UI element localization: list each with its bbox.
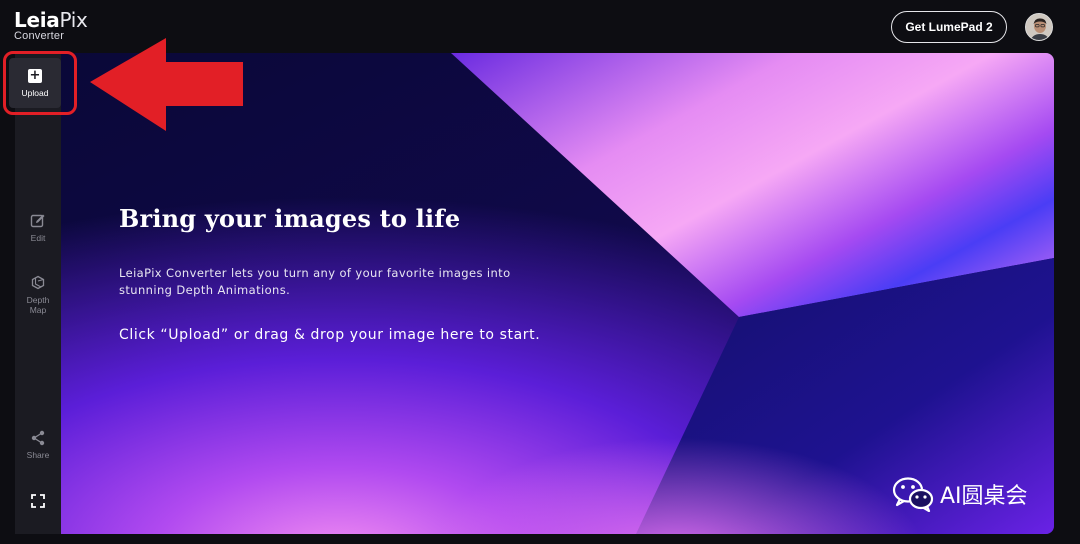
wechat-icon: [892, 477, 934, 512]
sidebar-item-edit[interactable]: Edit: [15, 213, 61, 243]
upload-hint: Click “Upload” or drag & drop your image…: [119, 327, 541, 343]
avatar-image: [1026, 14, 1052, 40]
app-logo[interactable]: LeiaPix Converter: [14, 9, 88, 42]
sidebar-item-label: Depth Map: [26, 295, 50, 315]
logo-wordmark: LeiaPix: [14, 8, 88, 32]
hero-headline: Bring your images to life: [119, 204, 461, 233]
fullscreen-button[interactable]: [15, 493, 61, 509]
sidebar-item-label: Share: [26, 450, 50, 460]
depth-map-icon: [31, 275, 45, 290]
sidebar-item-label: Edit: [30, 233, 46, 243]
sidebar: Edit Depth Map Share: [15, 53, 61, 534]
annotation-arrow-icon: [90, 38, 243, 131]
share-icon: [31, 430, 45, 446]
sidebar-item-depth-map[interactable]: Depth Map: [15, 275, 61, 315]
hero-description: LeiaPix Converter lets you turn any of y…: [119, 266, 511, 297]
upload-highlight-box: [3, 51, 77, 115]
watermark-text: AI圆桌会: [940, 484, 1028, 509]
sidebar-item-share[interactable]: Share: [15, 430, 61, 460]
edit-icon: [30, 214, 45, 228]
avatar[interactable]: [1025, 13, 1053, 41]
get-lumepad-button[interactable]: Get LumePad 2: [891, 11, 1007, 43]
watermark: AI圆桌会: [892, 476, 1028, 512]
fullscreen-icon: [31, 494, 45, 508]
